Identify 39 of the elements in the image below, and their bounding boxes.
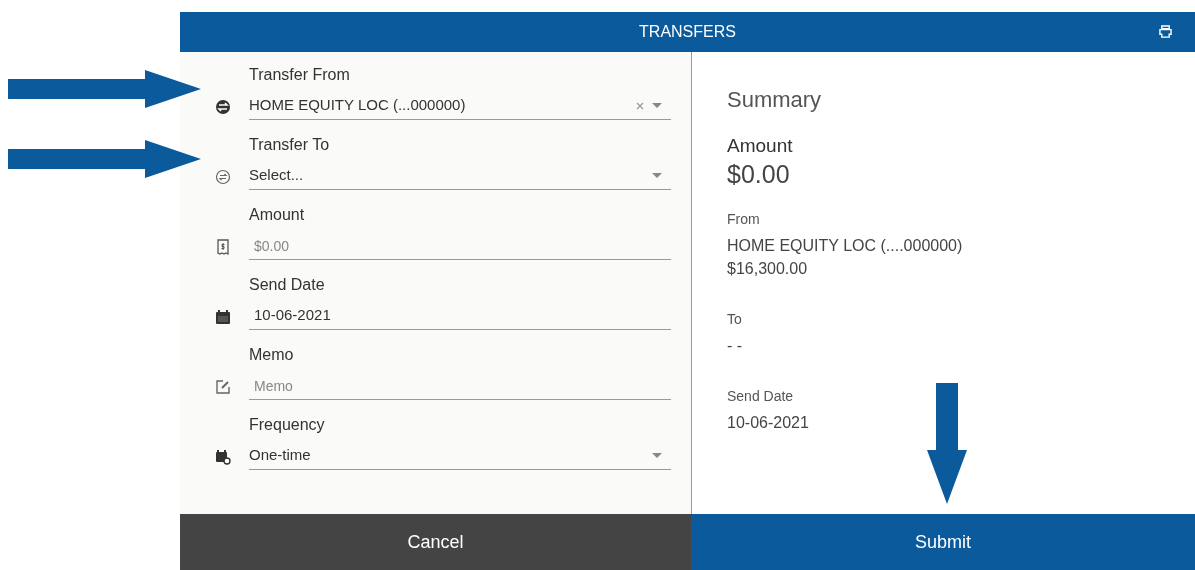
dropdown-field[interactable]: One-time: [249, 442, 671, 470]
calendar-icon: [215, 309, 231, 325]
summary-label: To: [727, 310, 742, 328]
swap-icon: [215, 99, 231, 115]
caret-icon: [652, 453, 662, 458]
submit-button[interactable]: Submit: [691, 514, 1195, 570]
field-label: Transfer From: [249, 65, 350, 85]
dropdown-field[interactable]: Select...: [249, 162, 671, 190]
amount-value: $0.00: [727, 159, 790, 190]
print-icon[interactable]: [1159, 25, 1172, 38]
cancel-button[interactable]: Cancel: [180, 514, 691, 570]
summary-value: 10-06-2021: [727, 413, 809, 433]
arrow-icon: [927, 383, 967, 504]
summary-label: From: [727, 210, 760, 228]
arrow-icon: [8, 70, 201, 108]
edit-icon: [215, 379, 231, 395]
calendar-repeat-icon: [215, 449, 231, 465]
clear-icon[interactable]: [636, 101, 644, 110]
arrow-icon: [8, 140, 201, 178]
caret-icon: [652, 173, 662, 178]
summary-value: $16,300.00: [727, 259, 808, 279]
field-label: Frequency: [249, 415, 325, 435]
summary-title: Summary: [727, 86, 822, 114]
field-label: Transfer To: [249, 135, 330, 155]
dropdown-field[interactable]: HOME EQUITY LOC (...000000): [249, 92, 671, 120]
field-label: Send Date: [249, 275, 325, 295]
amount-label: Amount: [727, 134, 793, 158]
input-field[interactable]: $0.00: [249, 232, 671, 260]
input-field[interactable]: Memo: [249, 372, 671, 400]
field-label: Memo: [249, 345, 294, 365]
summary-value: - -: [727, 336, 743, 356]
field-label: Amount: [249, 205, 305, 225]
summary-label: Send Date: [727, 387, 794, 405]
caret-icon: [652, 103, 662, 108]
header-title: TRANSFERS: [639, 22, 736, 42]
swap-icon: [215, 169, 231, 185]
date-field[interactable]: 10-06-2021: [249, 302, 671, 330]
receipt-icon: [215, 239, 231, 255]
summary-value: HOME EQUITY LOC (....000000): [727, 236, 963, 256]
